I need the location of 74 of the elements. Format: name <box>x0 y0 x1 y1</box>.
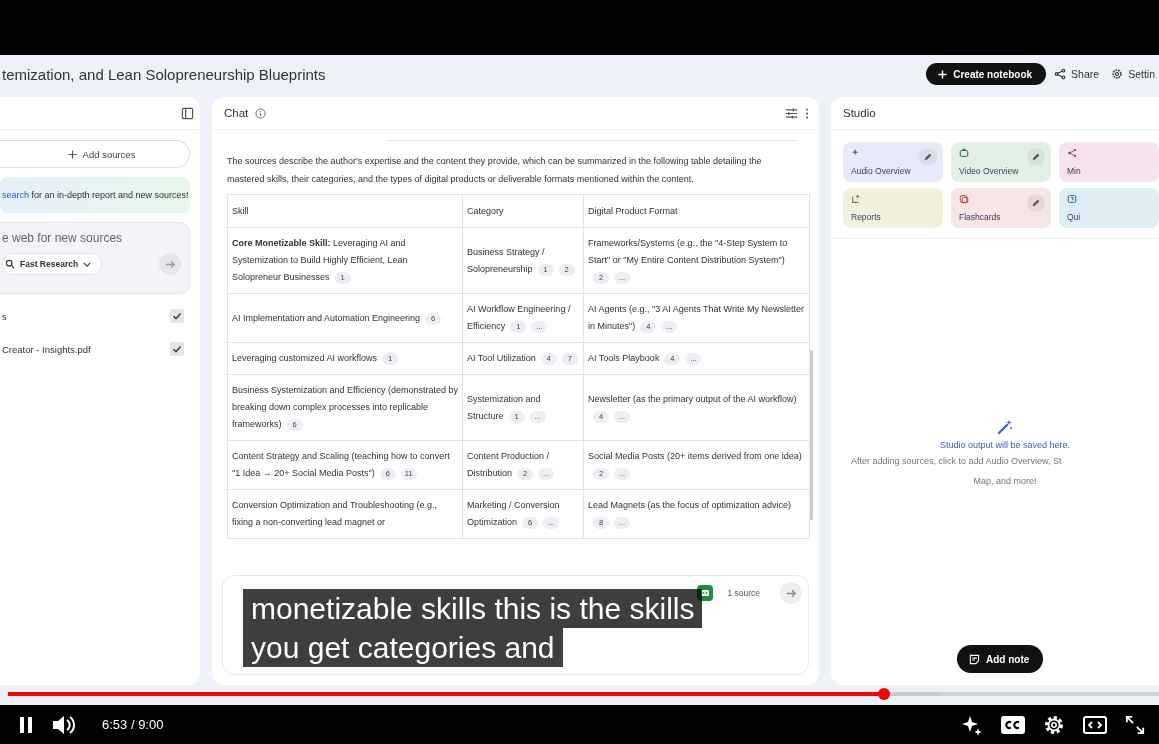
settings-icon <box>1111 68 1124 80</box>
magic-wand-icon <box>997 419 1013 435</box>
captions-button[interactable] <box>1001 715 1025 734</box>
research-mode-dropdown[interactable]: Fast Research <box>2 253 103 275</box>
column-header: Skill <box>232 205 249 216</box>
settings-button[interactable]: Settin <box>1107 68 1159 80</box>
studio-tile[interactable]: Flashcards <box>951 188 1051 228</box>
source-checkbox[interactable] <box>170 342 184 356</box>
source-name: s <box>1 310 7 322</box>
share-button[interactable]: Share <box>1050 68 1104 80</box>
arrow-icon <box>164 258 176 270</box>
arrow-icon <box>785 587 797 599</box>
pencil-icon <box>923 152 933 162</box>
create-notebook-button[interactable]: Create notebook <box>926 63 1047 85</box>
check-icon <box>172 344 182 354</box>
tile-label: Video Overview <box>959 166 1019 176</box>
chat-title: Chat <box>224 107 249 119</box>
pencil-icon <box>1031 198 1041 208</box>
deep-research-link[interactable]: search <box>2 190 29 200</box>
deep-research-tip: search for an in-depth report and new sources! <box>0 177 190 213</box>
studio-tile[interactable]: Min <box>1059 142 1159 182</box>
studio-tile[interactable]: Reports <box>843 188 943 228</box>
edit-button[interactable] <box>1027 148 1045 166</box>
empty-state-text: Map, and more! <box>973 475 1037 488</box>
info-icon[interactable] <box>255 107 267 119</box>
empty-state-text: After adding sources, click to add Audio Overview, St <box>851 455 1062 468</box>
quiz-icon <box>1067 194 1077 204</box>
send-button[interactable] <box>780 582 802 604</box>
edit-button[interactable] <box>1027 194 1045 212</box>
add-sources-button[interactable]: Add sources <box>0 140 190 168</box>
tile-label: Reports <box>851 212 881 222</box>
web-search-field[interactable]: e web for new sources <box>2 231 181 245</box>
cell-text: Conversion Optimization and Troubleshooting (e.g., fixing a non-converting lead magnet or <box>232 500 438 527</box>
scrollbar-thumb[interactable] <box>810 350 813 520</box>
studio-tile[interactable]: Qui <box>1059 188 1159 228</box>
plus-icon <box>67 149 77 159</box>
search-icon <box>5 259 15 269</box>
playback-time: 6:53 / 9:00 <box>102 717 164 732</box>
tile-label: Flashcards <box>959 212 1001 222</box>
tile-label: Qui <box>1067 212 1081 222</box>
tile-label: Min <box>1067 166 1081 176</box>
studio-title: Studio <box>843 107 876 119</box>
share-icon <box>1054 68 1067 80</box>
video-icon <box>959 148 969 158</box>
settings-button[interactable] <box>1043 713 1065 736</box>
column-header: Digital Product Format <box>588 205 678 216</box>
source-name: Creator - Insights.pdf <box>1 343 91 355</box>
caret-icon <box>83 261 92 267</box>
tune-icon[interactable] <box>785 107 798 119</box>
panel-toggle-icon[interactable] <box>181 106 194 120</box>
flashcards-icon <box>959 194 969 204</box>
note-icon <box>969 653 980 665</box>
fullscreen-button[interactable] <box>1125 714 1145 735</box>
report-icon <box>851 194 861 204</box>
source-checkbox[interactable] <box>170 309 184 323</box>
studio-tile[interactable]: Video Overview <box>951 142 1051 182</box>
check-icon <box>172 311 182 321</box>
empty-state-title: Studio output will be saved here. <box>939 440 1071 450</box>
source-count: 1 source <box>727 588 760 598</box>
column-header: Category <box>467 205 504 216</box>
pencil-icon <box>1031 152 1041 162</box>
tile-label: Audio Overview <box>851 166 911 176</box>
answer-text: The sources describe the author's expertise and the content they provide, which can be summarized in the following table detailing the mastered skills, their categories, and the types of digital products or deliverable formats mentioned within the content. <box>227 155 763 186</box>
plus-icon <box>938 69 948 79</box>
volume-button[interactable] <box>52 713 76 736</box>
edit-button[interactable] <box>919 148 937 166</box>
add-note-button[interactable]: Add note <box>957 645 1044 673</box>
theater-mode-button[interactable] <box>1083 715 1107 734</box>
more-icon[interactable] <box>805 107 809 119</box>
progress-handle[interactable] <box>877 688 890 700</box>
mind-map-icon <box>1067 148 1077 158</box>
notebook-title: temization, and Lean Solopreneurship Blueprints <box>2 65 326 83</box>
pause-button[interactable] <box>18 715 34 734</box>
studio-tile[interactable]: Audio Overview <box>843 142 943 182</box>
